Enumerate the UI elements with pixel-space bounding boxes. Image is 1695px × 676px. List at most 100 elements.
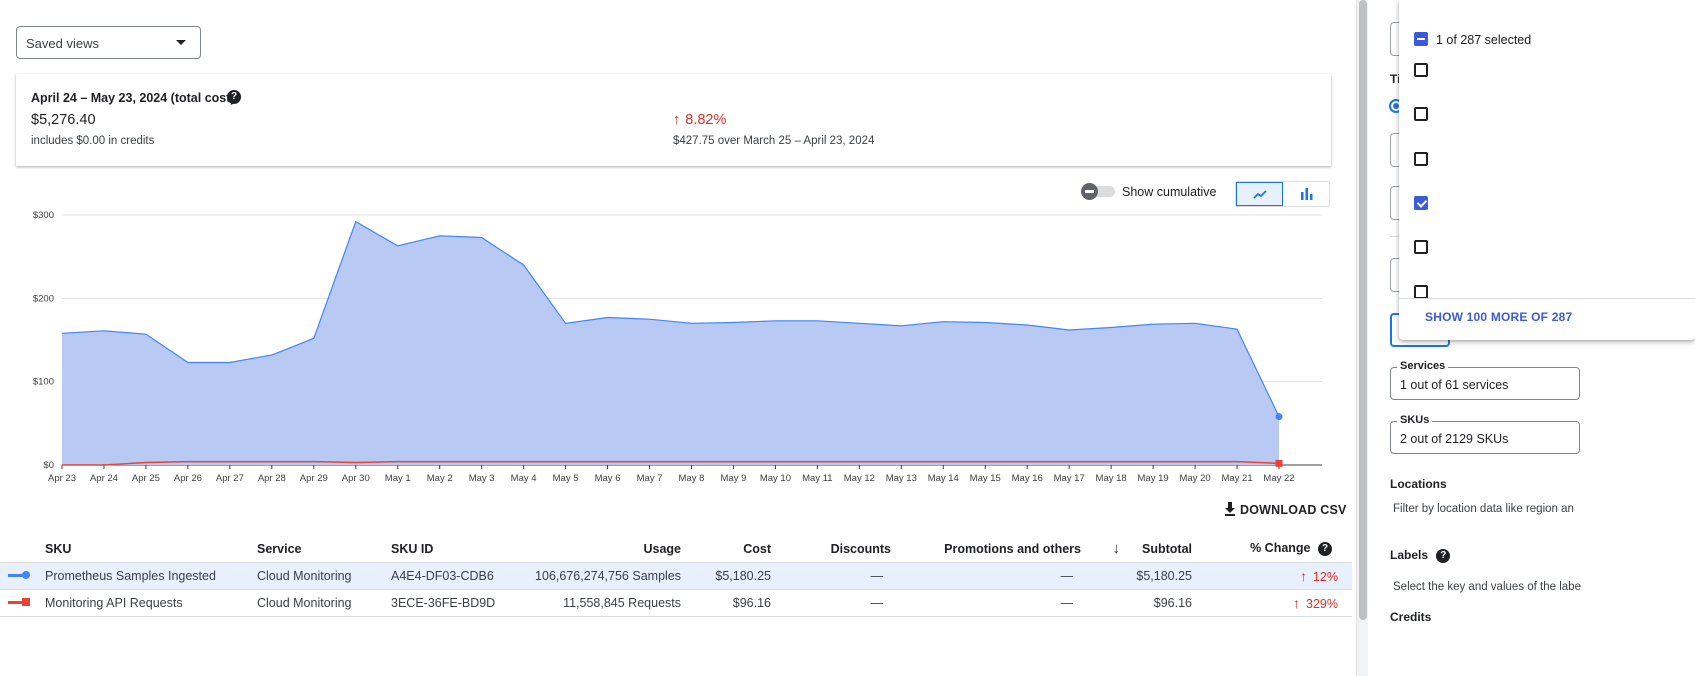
show-cumulative-label: Show cumulative (1122, 185, 1217, 199)
cell-sku: Prometheus Samples Ingested (45, 562, 257, 590)
cell-change: ↑ 12% (1192, 562, 1352, 590)
credits-title: Credits (1390, 610, 1432, 624)
help-icon[interactable]: ? (1318, 542, 1332, 557)
chart-type-switch (1235, 181, 1330, 207)
bar-chart-icon (1301, 188, 1313, 200)
cell-cost: $5,180.25 (681, 562, 771, 590)
saved-views-select[interactable]: Saved views (16, 26, 201, 59)
cell-sku: Monitoring API Requests (45, 589, 257, 617)
x-tick-label: Apr 29 (300, 473, 328, 484)
x-tick-label: Apr 26 (174, 473, 202, 484)
select-all-checkbox[interactable] (1414, 32, 1428, 46)
col-header-discounts[interactable]: Discounts (771, 536, 891, 563)
scrollbar-thumb[interactable] (1359, 0, 1367, 620)
sku-select-dropdown: 1 of 287 selected SHOW 100 MORE OF 287 (1399, 0, 1695, 340)
cell-subtotal: $96.16 (1081, 589, 1192, 617)
col-header-subtotal[interactable]: ↓ Subtotal (1081, 536, 1192, 563)
x-tick-label: Apr 30 (342, 473, 370, 484)
x-tick-label: May 14 (928, 473, 959, 484)
x-tick-label: May 3 (469, 473, 495, 484)
cell-promotions: — (891, 562, 1081, 590)
col-header-sku-id[interactable]: SKU ID (391, 536, 531, 563)
option-checkbox[interactable] (1414, 240, 1428, 254)
x-tick-label: May 15 (970, 473, 1001, 484)
skus-filter-value: 2 out of 2129 SKUs (1400, 432, 1509, 446)
arrow-up-icon: ↑ (1293, 594, 1301, 611)
series-indicator (0, 562, 45, 590)
x-tick-label: May 7 (637, 473, 663, 484)
cell-usage: 11,558,845 Requests (531, 589, 681, 617)
option-checkbox[interactable] (1414, 152, 1428, 166)
cell-usage: 106,676,274,756 Samples (531, 562, 681, 590)
help-icon[interactable]: ? (227, 90, 241, 104)
services-filter[interactable]: Services 1 out of 61 services (1390, 360, 1580, 400)
page-scrollbar[interactable] (1356, 0, 1368, 676)
y-tick-label: $300 (33, 210, 54, 221)
col-header-cost[interactable]: Cost (681, 536, 771, 563)
x-tick-label: May 4 (511, 473, 537, 484)
summary-total: $5,276.40 (31, 112, 96, 128)
services-filter-label: Services (1397, 360, 1449, 372)
sku-table: SKU Service SKU ID Usage Cost Discounts … (0, 536, 1352, 617)
x-tick-label: Apr 23 (48, 473, 76, 484)
line-chart-button[interactable] (1236, 182, 1283, 206)
cell-discounts: — (771, 589, 891, 617)
series-point (1275, 459, 1283, 467)
x-tick-label: Apr 28 (258, 473, 286, 484)
download-csv-button[interactable]: DOWNLOAD CSV (1224, 502, 1347, 517)
x-tick-label: May 21 (1221, 473, 1252, 484)
col-header-change[interactable]: % Change ? (1192, 536, 1352, 563)
x-tick-label: May 17 (1054, 473, 1085, 484)
x-tick-label: May 8 (679, 473, 705, 484)
option-checkbox-checked[interactable] (1414, 196, 1428, 210)
col-header-usage[interactable]: Usage (531, 536, 681, 563)
labels-description: Select the key and values of the labe (1393, 581, 1581, 593)
services-filter-value: 1 out of 61 services (1400, 378, 1509, 392)
locations-description: Filter by location data like region an (1393, 503, 1574, 515)
indicator-header (0, 536, 45, 563)
line-chart-icon (1253, 190, 1267, 199)
cell-discounts: — (771, 562, 891, 590)
skus-filter-label: SKUs (1397, 414, 1433, 426)
help-icon[interactable]: ? (1436, 548, 1451, 563)
cell-subtotal: $5,180.25 (1081, 562, 1192, 590)
summary-change: ↑ 8.82% (673, 112, 726, 128)
x-tick-label: Apr 24 (90, 473, 118, 484)
x-tick-label: May 11 (802, 473, 832, 484)
divider (1399, 298, 1695, 299)
option-checkbox[interactable] (1414, 107, 1428, 121)
bar-chart-button[interactable] (1284, 182, 1331, 206)
series-point (1275, 413, 1283, 421)
table-row[interactable]: Prometheus Samples Ingested Cloud Monito… (0, 562, 1352, 590)
x-tick-label: May 12 (844, 473, 875, 484)
cell-change-value: 12% (1312, 569, 1338, 584)
cell-change-value: 329% (1306, 596, 1338, 611)
cell-service: Cloud Monitoring (257, 589, 391, 617)
dropdown-options-list (1399, 54, 1695, 298)
cell-sku-id: A4E4-DF03-CDB6 (391, 562, 531, 590)
table-row[interactable]: Monitoring API Requests Cloud Monitoring… (0, 589, 1352, 617)
cell-promotions: — (891, 589, 1081, 617)
change-header-label: % Change (1250, 541, 1311, 556)
toggle-knob (1081, 183, 1098, 200)
cell-change: ↑ 329% (1192, 589, 1352, 617)
series-area (62, 221, 1279, 465)
x-tick-label: May 1 (385, 473, 411, 484)
col-header-service[interactable]: Service (257, 536, 391, 563)
skus-filter[interactable]: SKUs 2 out of 2129 SKUs (1390, 414, 1580, 454)
x-tick-label: May 20 (1179, 473, 1210, 484)
show-cumulative-toggle[interactable] (1081, 183, 1115, 200)
cell-sku-id: 3ECE-36FE-BD9D (391, 589, 531, 617)
show-more-button[interactable]: SHOW 100 MORE OF 287 (1425, 310, 1572, 324)
col-header-promotions[interactable]: Promotions and others (891, 536, 1081, 563)
x-tick-label: May 6 (595, 473, 621, 484)
x-tick-label: May 9 (721, 473, 747, 484)
option-checkbox[interactable] (1414, 285, 1428, 298)
download-icon (1224, 502, 1236, 516)
subtotal-header-label: Subtotal (1142, 542, 1192, 557)
dropdown-top-fragment (1399, 0, 1695, 20)
main-content: Saved views April 24 – May 23, 2024 (tot… (0, 0, 1355, 676)
option-checkbox[interactable] (1414, 63, 1428, 77)
col-header-sku[interactable]: SKU (45, 536, 257, 563)
cost-summary-card: April 24 – May 23, 2024 (total cost) ? $… (16, 74, 1331, 166)
